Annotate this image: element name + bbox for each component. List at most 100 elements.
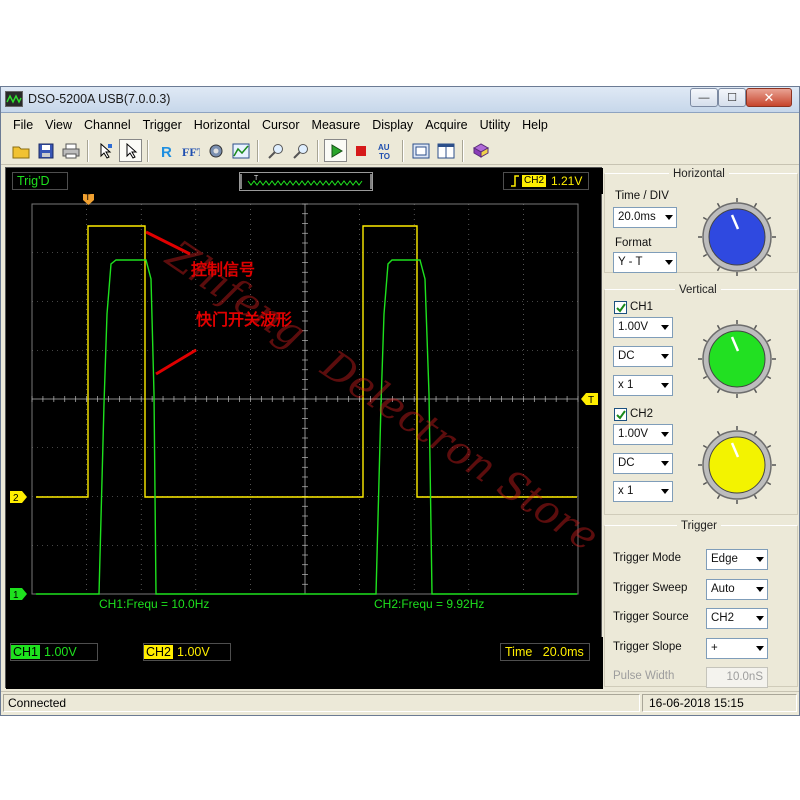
- svg-text:AU: AU: [378, 143, 390, 152]
- knob-tick: [716, 430, 721, 436]
- zoom-out-icon[interactable]: [289, 139, 312, 162]
- zoom-in-icon[interactable]: [264, 139, 287, 162]
- ch1-probe-value: x 1: [618, 379, 634, 391]
- pointer-icon[interactable]: [119, 139, 142, 162]
- toolbar-separator: [402, 139, 404, 162]
- overview-waveform-icon: T: [240, 174, 372, 189]
- print-icon[interactable]: [59, 139, 82, 162]
- trigger-slope-select[interactable]: +: [706, 638, 768, 659]
- save-disk-icon[interactable]: [34, 139, 57, 162]
- menu-trigger[interactable]: Trigger: [137, 115, 188, 135]
- title-bar[interactable]: DSO-5200A USB(7.0.0.3) — ☐ ✕: [1, 87, 799, 113]
- horizontal-knob[interactable]: [696, 196, 778, 278]
- ch2-volts-knob[interactable]: [696, 424, 778, 506]
- menu-channel[interactable]: Channel: [78, 115, 137, 135]
- trigger-sweep-label: Trigger Sweep: [613, 582, 688, 594]
- svg-text:TO: TO: [379, 152, 390, 160]
- waveform-overview[interactable]: T: [239, 172, 373, 191]
- ch1-marker-label: 1: [13, 590, 19, 601]
- knob-tick: [753, 266, 758, 272]
- trigger-title: Trigger: [677, 520, 721, 532]
- reference-r-icon[interactable]: R: [154, 139, 177, 162]
- toolbar-separator: [462, 139, 464, 162]
- toolbar-separator: [147, 139, 149, 162]
- knob-tick: [702, 338, 708, 343]
- ch2-scale-readout[interactable]: CH2 1.00V: [143, 643, 231, 661]
- menu-cursor[interactable]: Cursor: [256, 115, 306, 135]
- channel-settings-icon[interactable]: [204, 139, 227, 162]
- ch2-coupling-select[interactable]: DC: [613, 453, 673, 474]
- waveform-grid[interactable]: 21TT Zhifeng Delectron Store 控制信号 快门开关波形…: [6, 194, 607, 637]
- trigger-mode-select[interactable]: Edge: [706, 549, 768, 570]
- vertical-group: Vertical CH1 1.00V DC x 1 CH2 1.00V DC x…: [604, 284, 798, 515]
- open-folder-icon[interactable]: [9, 139, 32, 162]
- menu-file[interactable]: File: [7, 115, 39, 135]
- ch2-volts-select[interactable]: 1.00V: [613, 424, 673, 445]
- ch1-probe-select[interactable]: x 1: [613, 375, 673, 396]
- ch2-frequency-readout: CH2:Frequ = 9.92Hz: [374, 597, 485, 611]
- auto-icon[interactable]: AU TO: [374, 139, 397, 162]
- menu-measure[interactable]: Measure: [306, 115, 367, 135]
- ch2-probe-select[interactable]: x 1: [613, 481, 673, 502]
- trigger-source-value: CH2: [711, 612, 735, 624]
- ch1-enable-checkbox[interactable]: [614, 301, 627, 314]
- chevron-down-icon: [657, 347, 672, 366]
- scope-bottom-status: CH1 1.00V CH2 1.00V Time 20.0ms: [6, 637, 603, 689]
- trigger-source-select[interactable]: CH2: [706, 608, 768, 629]
- trigger-slope-value: +: [711, 642, 718, 654]
- minimize-button[interactable]: —: [690, 88, 718, 107]
- fit-screen-icon[interactable]: [409, 139, 432, 162]
- horizontal-group: Horizontal Time / DIV 20.0ms Format Y - …: [604, 168, 798, 276]
- annotation-arrow-shutter: [155, 348, 197, 376]
- menu-horizontal[interactable]: Horizontal: [188, 115, 256, 135]
- ch2-probe-value: x 1: [618, 485, 634, 497]
- overview-trace: [247, 180, 363, 186]
- ch1-coupling-value: DC: [618, 350, 635, 362]
- chevron-down-icon: [752, 550, 767, 569]
- maximize-button[interactable]: ☐: [718, 88, 746, 107]
- oscilloscope-window: DSO-5200A USB(7.0.0.3) — ☐ ✕ File View C…: [0, 86, 800, 716]
- time-div-select[interactable]: 20.0ms: [613, 207, 677, 228]
- trigger-sweep-value: Auto: [711, 583, 735, 595]
- ch1-volts-value: 1.00V: [618, 321, 649, 333]
- menu-utility[interactable]: Utility: [474, 115, 517, 135]
- format-value: Y - T: [618, 256, 643, 268]
- ch1-volts-knob[interactable]: [696, 318, 778, 400]
- time-base-readout[interactable]: Time 20.0ms: [500, 643, 590, 661]
- app-icon: [5, 91, 23, 107]
- ch1-coupling-select[interactable]: DC: [613, 346, 673, 367]
- knob-tick: [716, 324, 721, 330]
- fft-icon[interactable]: FFT: [179, 139, 202, 162]
- waveform-canvas: 2 1 T T: [10, 194, 598, 601]
- ch2-enable-checkbox[interactable]: [614, 408, 627, 421]
- knob-tick: [716, 202, 721, 208]
- svg-text:R: R: [161, 144, 172, 159]
- ch1-frequency-readout: CH1:Frequ = 10.0Hz: [99, 597, 210, 611]
- format-select[interactable]: Y - T: [613, 252, 677, 273]
- annotation-shutter-waveform: 快门开关波形: [196, 312, 293, 329]
- menu-acquire[interactable]: Acquire: [419, 115, 473, 135]
- trigger-position-marker: T: [83, 194, 94, 205]
- chart-icon[interactable]: [229, 139, 252, 162]
- menu-help[interactable]: Help: [516, 115, 554, 135]
- ch1-label: CH1: [630, 301, 654, 313]
- knob-tick: [766, 253, 772, 258]
- menu-view[interactable]: View: [39, 115, 78, 135]
- connection-status: Connected: [3, 694, 640, 712]
- ch1-scale-readout[interactable]: CH1 1.00V: [10, 643, 98, 661]
- chevron-down-icon: [657, 482, 672, 501]
- knob-tick: [766, 338, 772, 343]
- menu-display[interactable]: Display: [366, 115, 419, 135]
- chevron-down-icon: [752, 639, 767, 658]
- ch1-volts-select[interactable]: 1.00V: [613, 317, 673, 338]
- svg-text:FFT: FFT: [182, 145, 200, 159]
- book-icon[interactable]: [469, 139, 492, 162]
- select-arrow-icon[interactable]: [94, 139, 117, 162]
- stop-icon[interactable]: [349, 139, 372, 162]
- knob-tick: [753, 388, 758, 394]
- window-layout-icon[interactable]: [434, 139, 457, 162]
- run-icon[interactable]: [324, 139, 347, 162]
- trigger-position-label: T: [85, 194, 91, 202]
- trigger-sweep-select[interactable]: Auto: [706, 579, 768, 600]
- close-button[interactable]: ✕: [746, 88, 792, 107]
